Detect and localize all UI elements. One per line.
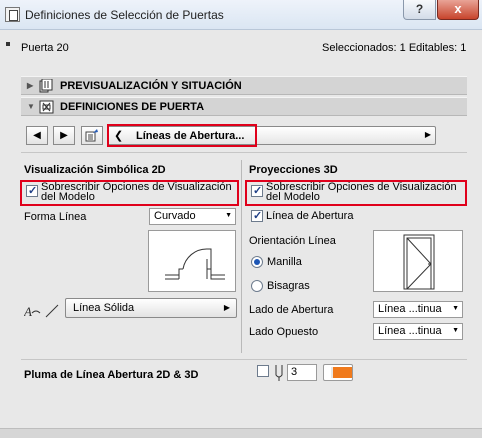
dropdown-arrow-icon: ▼ — [452, 305, 459, 312]
preview-2d — [148, 230, 236, 292]
help-button[interactable]: ? — [403, 0, 436, 20]
panel-preview-header[interactable]: ▶ PREVISUALIZACIÓN Y SITUACIÓN — [21, 76, 467, 95]
pen-icon — [273, 364, 285, 381]
title-bar: Definiciones de Selección de Puertas ? x — [0, 0, 482, 30]
door-elevation-icon — [403, 234, 435, 290]
opening-line-label: Línea de Abertura — [266, 210, 354, 222]
window-title: Definiciones de Selección de Puertas — [25, 8, 224, 22]
line-shape-value: Curvado — [154, 210, 196, 222]
pen-label: Pluma de Línea Abertura 2D & 3D — [24, 369, 199, 381]
triangle-right-icon: ▶ — [223, 303, 230, 312]
opposite-side-dropdown[interactable]: Línea ...tinua ▼ — [373, 323, 463, 340]
element-name: Puerta 20 — [21, 42, 69, 54]
door-preview-icon — [39, 79, 53, 93]
expand-arrow-icon: ▶ — [27, 81, 34, 90]
line-type-dropdown[interactable]: Línea Sólida ▶ — [65, 298, 237, 318]
page-list-icon — [85, 129, 98, 142]
column-divider — [241, 160, 242, 353]
door-settings-icon — [39, 100, 54, 114]
selection-info: Seleccionados: 1 Editables: 1 — [322, 42, 467, 54]
opening-line-checkbox[interactable] — [251, 209, 263, 222]
pen-number-value: 3 — [291, 366, 298, 378]
panel-door-settings-label: DEFINICIONES DE PUERTA — [60, 101, 205, 113]
highlight-box — [20, 180, 239, 206]
line-type-icon: A — [23, 303, 60, 319]
line-type-value: Línea Sólida — [73, 302, 135, 314]
pen-color-button[interactable] — [323, 364, 353, 381]
radio-bisagras-label: Bisagras — [267, 280, 310, 292]
preview-3d — [373, 230, 463, 292]
close-button[interactable]: x — [437, 0, 479, 20]
highlight-box — [107, 124, 257, 147]
pen-number-field[interactable]: 3 — [287, 364, 317, 381]
page-list-button[interactable] — [81, 126, 103, 145]
collapse-arrow-icon: ▼ — [27, 102, 35, 111]
svg-text:A: A — [24, 304, 32, 319]
orientation-label: Orientación Línea — [249, 235, 336, 247]
dropdown-arrow-icon: ▼ — [225, 212, 232, 219]
dropdown-arrow-icon: ▼ — [452, 327, 459, 334]
separator — [21, 359, 467, 360]
panel-door-settings-header[interactable]: ▼ DEFINICIONES DE PUERTA — [21, 97, 467, 116]
separator — [21, 152, 467, 153]
prev-page-button[interactable]: ◀ — [26, 126, 48, 145]
opening-side-dropdown[interactable]: Línea ...tinua ▼ — [373, 301, 463, 318]
line-shape-label: Forma Línea — [24, 211, 87, 223]
pin-icon — [6, 42, 10, 46]
opening-side-label: Lado de Abertura — [249, 304, 334, 316]
opposite-side-label: Lado Opuesto — [249, 326, 319, 338]
triangle-right-icon: ▶ — [60, 130, 68, 141]
opposite-side-value: Línea ...tinua — [378, 325, 442, 337]
radio-bisagras[interactable] — [251, 280, 263, 292]
projections-3d-title: Proyecciones 3D — [249, 164, 338, 176]
highlight-box — [245, 180, 467, 206]
next-panel-header — [0, 428, 482, 438]
next-page-button[interactable]: ▶ — [53, 126, 75, 145]
line-shape-dropdown[interactable]: Curvado ▼ — [149, 208, 236, 225]
app-icon — [5, 7, 20, 22]
door-2d-symbol-icon — [165, 248, 225, 280]
symbolic-2d-title: Visualización Simbólica 2D — [24, 164, 166, 176]
radio-manilla-label: Manilla — [267, 256, 302, 268]
radio-manilla[interactable] — [251, 256, 263, 268]
pen-checkbox[interactable] — [257, 365, 269, 377]
triangle-left-icon: ◀ — [33, 130, 41, 141]
panel-preview-label: PREVISUALIZACIÓN Y SITUACIÓN — [60, 80, 242, 92]
triangle-right-icon: ▶ — [424, 130, 431, 139]
opening-side-value: Línea ...tinua — [378, 303, 442, 315]
